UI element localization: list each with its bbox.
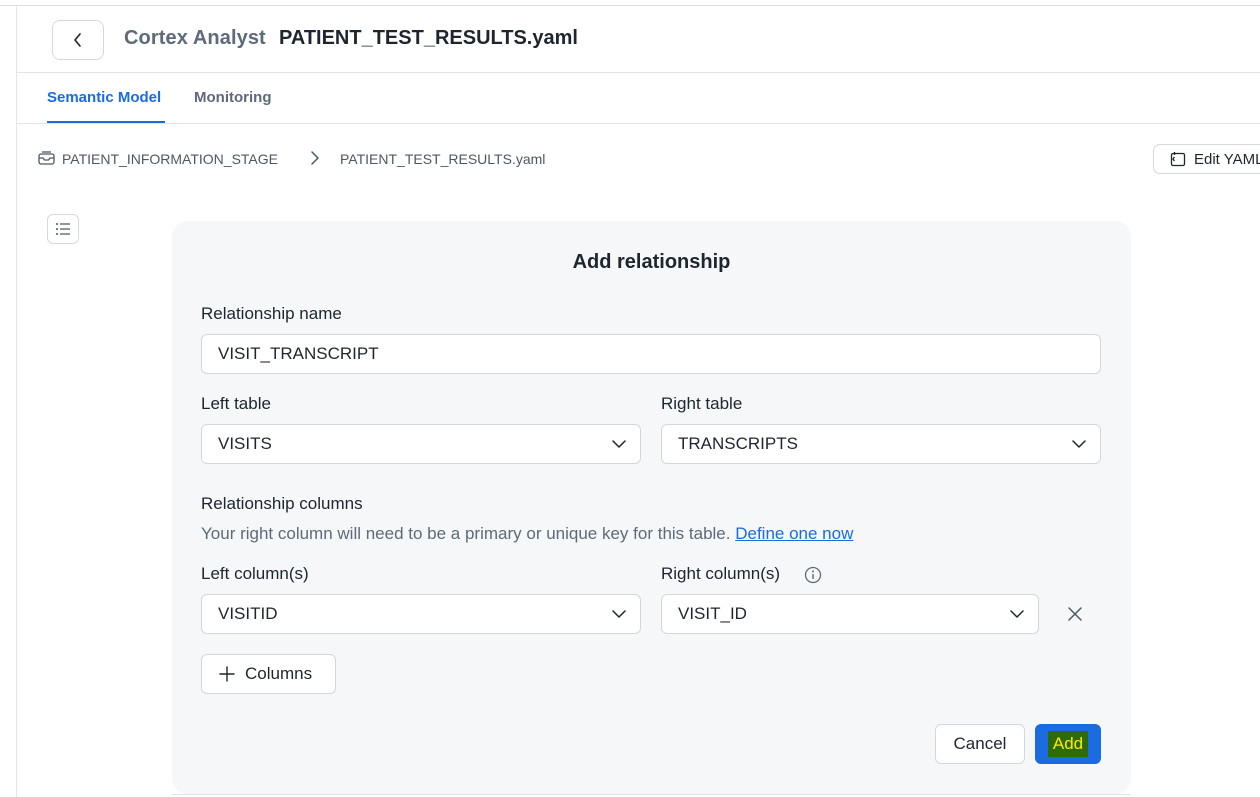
left-column-select[interactable]: VISITID	[201, 594, 641, 634]
info-icon[interactable]	[804, 566, 822, 584]
chevron-down-icon	[612, 610, 626, 618]
relationship-name-value: VISIT_TRANSCRIPT	[218, 344, 379, 363]
chevron-down-icon	[1010, 610, 1024, 618]
left-table-value: VISITS	[218, 434, 272, 453]
define-key-link[interactable]: Define one now	[735, 524, 853, 543]
content-divider	[172, 794, 1131, 795]
edit-yaml-label: Edit YAML	[1194, 150, 1260, 168]
add-columns-button[interactable]: Columns	[201, 654, 336, 694]
breadcrumb-file: PATIENT_TEST_RESULTS.yaml	[340, 151, 546, 167]
list-icon	[56, 223, 70, 235]
right-column-select[interactable]: VISIT_ID	[661, 594, 1039, 634]
edit-yaml-button[interactable]: Edit YAML	[1153, 144, 1260, 174]
back-button[interactable]	[52, 20, 104, 60]
app-name: Cortex Analyst	[124, 27, 266, 49]
right-table-select[interactable]: TRANSCRIPTS	[661, 424, 1101, 464]
right-column-value: VISIT_ID	[678, 604, 747, 623]
header-divider	[17, 72, 1260, 73]
helper-text: Your right column will need to be a prim…	[201, 524, 853, 544]
add-relationship-dialog: Add relationship Relationship name VISIT…	[172, 221, 1131, 794]
chevron-left-icon	[74, 33, 81, 47]
right-table-label: Right table	[661, 394, 743, 413]
top-border	[0, 5, 1260, 6]
cancel-button[interactable]: Cancel	[935, 724, 1025, 764]
left-table-label: Left table	[201, 394, 271, 413]
plus-icon	[219, 666, 235, 682]
tab-monitoring[interactable]: Monitoring	[194, 89, 271, 106]
chevron-down-icon	[612, 440, 626, 448]
stage-icon	[38, 151, 55, 165]
left-column-value: VISITID	[218, 604, 278, 623]
breadcrumb-stage[interactable]: PATIENT_INFORMATION_STAGE	[62, 151, 278, 167]
left-rail	[16, 6, 17, 797]
add-columns-label: Columns	[245, 664, 313, 683]
dialog-title: Add relationship	[572, 251, 731, 273]
add-button[interactable]: Add	[1035, 724, 1101, 764]
relationship-columns-label: Relationship columns	[201, 494, 363, 513]
close-icon[interactable]	[1067, 606, 1083, 622]
tabs-divider	[17, 123, 1260, 124]
left-columns-label: Left column(s)	[201, 564, 309, 583]
page-title: PATIENT_TEST_RESULTS.yaml	[279, 27, 578, 49]
left-table-select[interactable]: VISITS	[201, 424, 641, 464]
edit-file-icon	[1170, 152, 1186, 167]
add-button-label: Add	[1047, 731, 1089, 757]
right-table-value: TRANSCRIPTS	[678, 434, 798, 453]
tab-semantic-model[interactable]: Semantic Model	[47, 89, 161, 106]
relationship-name-label: Relationship name	[201, 304, 342, 323]
outline-toggle-button[interactable]	[47, 214, 79, 244]
chevron-down-icon	[1072, 440, 1086, 448]
right-columns-label: Right column(s)	[661, 564, 781, 583]
helper-message: Your right column will need to be a prim…	[201, 524, 731, 543]
relationship-name-input[interactable]: VISIT_TRANSCRIPT	[201, 334, 1101, 374]
chevron-right-icon	[311, 151, 319, 165]
